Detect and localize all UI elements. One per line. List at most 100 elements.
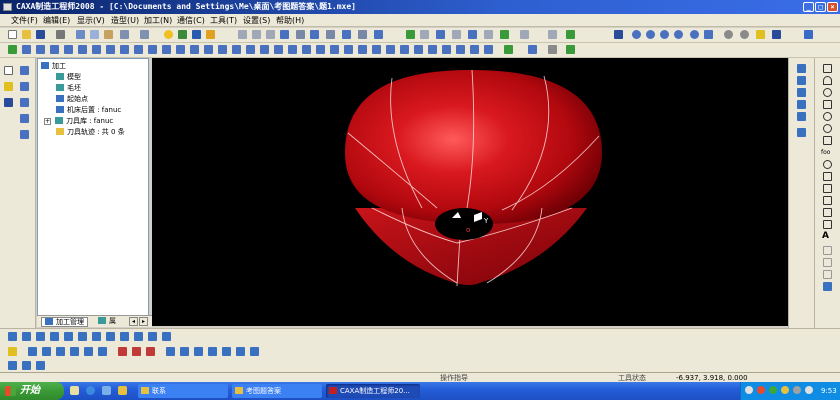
curve-6-icon[interactable] <box>797 128 806 137</box>
curve-1-icon[interactable] <box>797 64 806 73</box>
feature-11-icon[interactable] <box>148 45 157 54</box>
edit-1-icon[interactable] <box>823 246 832 255</box>
wireframe-icon[interactable] <box>724 30 733 39</box>
feature-36-icon[interactable] <box>504 45 513 54</box>
tree-item-model[interactable]: 模型 <box>56 72 81 82</box>
zoom-icon[interactable] <box>632 30 641 39</box>
view-front-icon[interactable] <box>238 30 247 39</box>
tree-item-tool-library[interactable]: + 刀具库 : fanuc <box>44 116 113 126</box>
curve-3-icon[interactable] <box>797 88 806 97</box>
pen-icon[interactable] <box>804 30 813 39</box>
tree-item-post[interactable]: 机床后置 : fanuc <box>56 105 121 115</box>
feature-1-icon[interactable] <box>8 45 17 54</box>
bottom-23-icon[interactable] <box>166 347 175 356</box>
paste-icon[interactable] <box>104 30 113 39</box>
bottom-26-icon[interactable] <box>208 347 217 356</box>
post-icon[interactable] <box>566 30 575 39</box>
solid-icon[interactable] <box>310 30 319 39</box>
tool-icon[interactable] <box>500 30 509 39</box>
display-icon[interactable] <box>452 30 461 39</box>
view-top-icon[interactable] <box>252 30 261 39</box>
feature-4-icon[interactable] <box>50 45 59 54</box>
feature-28-icon[interactable] <box>386 45 395 54</box>
feature-37-icon[interactable] <box>528 45 537 54</box>
bottom-2-icon[interactable] <box>22 332 31 341</box>
menu-view[interactable]: 显示(V) <box>74 15 108 26</box>
view-side-icon[interactable] <box>266 30 275 39</box>
bottom-18-icon[interactable] <box>84 347 93 356</box>
feature-6-icon[interactable] <box>78 45 87 54</box>
bottom-13-icon[interactable] <box>8 347 17 356</box>
bottom-8-icon[interactable] <box>106 332 115 341</box>
rectangle-icon[interactable] <box>823 100 832 109</box>
mirror-icon[interactable] <box>20 114 29 123</box>
feature-29-icon[interactable] <box>400 45 409 54</box>
feature-33-icon[interactable] <box>456 45 465 54</box>
bottom-1-icon[interactable] <box>8 332 17 341</box>
bottom-21-icon[interactable] <box>132 347 141 356</box>
layer-manage-icon[interactable] <box>484 30 493 39</box>
tab-properties[interactable]: 属 <box>95 317 119 327</box>
3d-viewport[interactable]: Y o <box>152 58 788 326</box>
feature-12-icon[interactable] <box>162 45 171 54</box>
tree-item-toolpath[interactable]: 刀具轨迹 : 共 0 条 <box>56 127 125 137</box>
open-file-icon[interactable] <box>22 30 31 39</box>
feature-39-icon[interactable] <box>566 45 575 54</box>
feature-8-icon[interactable] <box>106 45 115 54</box>
print-icon[interactable] <box>56 30 65 39</box>
feature-10-icon[interactable] <box>134 45 143 54</box>
light-icon[interactable] <box>164 30 173 39</box>
quicklaunch-ie-icon[interactable] <box>86 386 95 395</box>
select-arrow-icon[interactable] <box>4 66 13 75</box>
redo-icon[interactable] <box>140 30 149 39</box>
bottom-28-icon[interactable] <box>236 347 245 356</box>
feature-16-icon[interactable] <box>218 45 227 54</box>
menu-machining[interactable]: 加工(N) <box>141 15 175 26</box>
feature-13-icon[interactable] <box>176 45 185 54</box>
sphere-icon[interactable] <box>358 30 367 39</box>
bottom-22-icon[interactable] <box>146 347 155 356</box>
curve-5-icon[interactable] <box>797 112 806 121</box>
bottom-30-icon[interactable] <box>8 361 17 370</box>
arc-icon[interactable] <box>823 76 832 85</box>
quicklaunch-desktop-icon[interactable] <box>70 386 79 395</box>
feature-23-icon[interactable] <box>316 45 325 54</box>
quicklaunch-media-icon[interactable] <box>102 386 111 395</box>
shade-icon[interactable] <box>280 30 289 39</box>
feature-18-icon[interactable] <box>246 45 255 54</box>
task-button-3[interactable]: CAXA制造工程师20... <box>326 384 420 398</box>
bottom-6-icon[interactable] <box>78 332 87 341</box>
edit-4-icon[interactable] <box>823 282 832 291</box>
pencil-icon[interactable] <box>4 82 13 91</box>
polygon-icon[interactable] <box>823 124 832 133</box>
copy-icon[interactable] <box>90 30 99 39</box>
close-button[interactable]: × <box>827 2 838 12</box>
edit-2-icon[interactable] <box>823 258 832 267</box>
menu-modeling[interactable]: 造型(U) <box>108 15 142 26</box>
feature-7-icon[interactable] <box>92 45 101 54</box>
feature-21-icon[interactable] <box>288 45 297 54</box>
fillet-icon[interactable] <box>823 172 832 181</box>
box-icon[interactable] <box>326 30 335 39</box>
line-icon[interactable] <box>823 64 832 73</box>
bottom-25-icon[interactable] <box>194 347 203 356</box>
expand-icon[interactable]: + <box>44 118 51 125</box>
tree-root[interactable]: 加工 <box>41 61 66 71</box>
feature-25-icon[interactable] <box>344 45 353 54</box>
layer-icon[interactable] <box>206 30 215 39</box>
menu-file[interactable]: 文件(F) <box>8 15 41 26</box>
tab-scroll-left[interactable]: ◂ <box>129 317 138 326</box>
refresh-icon[interactable] <box>178 30 187 39</box>
curve-4-icon[interactable] <box>797 100 806 109</box>
bottom-16-icon[interactable] <box>56 347 65 356</box>
edit-3-icon[interactable] <box>823 270 832 279</box>
window-icon[interactable] <box>614 30 623 39</box>
feature-24-icon[interactable] <box>330 45 339 54</box>
bottom-19-icon[interactable] <box>98 347 107 356</box>
bottom-4-icon[interactable] <box>50 332 59 341</box>
chamfer-icon[interactable] <box>823 184 832 193</box>
bottom-20-icon[interactable] <box>118 347 127 356</box>
feature-22-icon[interactable] <box>302 45 311 54</box>
ellipse-icon[interactable] <box>823 112 832 121</box>
view-icon[interactable] <box>4 98 13 107</box>
